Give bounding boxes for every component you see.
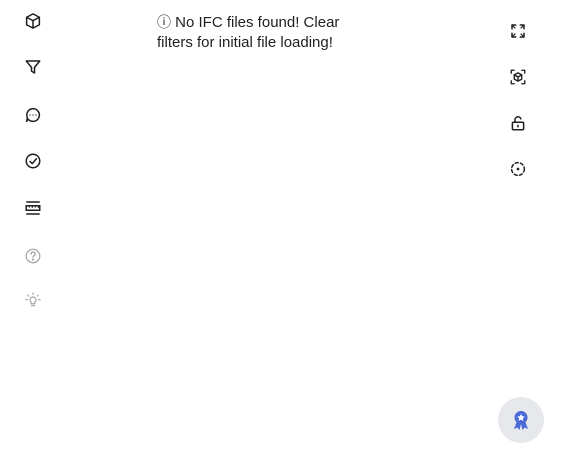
orbit-button[interactable] xyxy=(507,158,529,180)
check-circle-icon xyxy=(25,153,41,169)
help-icon xyxy=(25,248,41,264)
comment-icon xyxy=(25,107,41,123)
cube-icon xyxy=(25,13,41,29)
filter-icon xyxy=(25,60,41,74)
no-files-message: ⓘ No IFC files found! Clear filters for … xyxy=(157,12,407,53)
check-button[interactable] xyxy=(22,150,44,172)
message-text-line2: filters for initial file loading! xyxy=(157,34,333,51)
comments-button[interactable] xyxy=(22,104,44,126)
award-badge-icon xyxy=(514,411,528,430)
viewer-app: ⓘ No IFC files found! Clear filters for … xyxy=(0,0,561,451)
orbit-icon xyxy=(510,161,526,177)
focus-model-icon xyxy=(510,69,526,85)
fullscreen-button[interactable] xyxy=(507,20,529,42)
filter-button[interactable] xyxy=(22,56,44,78)
lightbulb-icon xyxy=(25,292,41,307)
award-button[interactable] xyxy=(498,397,544,443)
cube-button[interactable] xyxy=(22,10,44,32)
lock-button[interactable] xyxy=(507,112,529,134)
fullscreen-icon xyxy=(511,24,525,38)
tips-button[interactable] xyxy=(22,289,44,311)
measure-button[interactable] xyxy=(22,197,44,219)
focus-model-button[interactable] xyxy=(507,66,529,88)
message-text-line1: No IFC files found! Clear xyxy=(175,14,340,31)
help-button[interactable] xyxy=(22,245,44,267)
unlock-icon xyxy=(511,116,525,131)
info-icon: ⓘ xyxy=(157,14,171,30)
measure-ruler-icon xyxy=(25,201,41,215)
